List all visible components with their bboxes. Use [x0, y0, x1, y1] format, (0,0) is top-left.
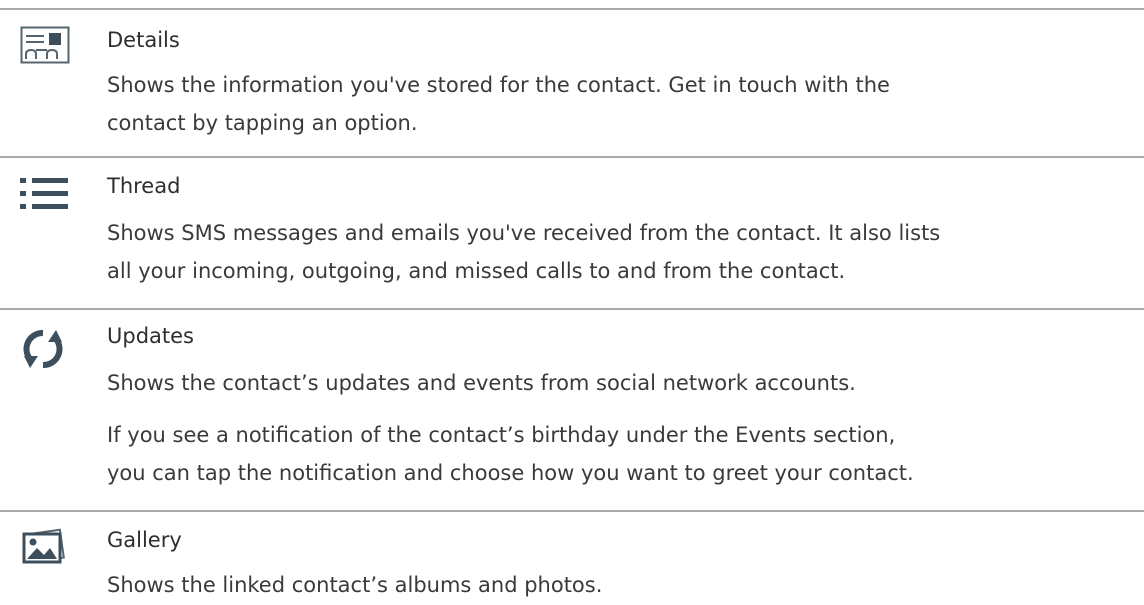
gallery-section: Gallery Shows the linked contact’s album… [0, 510, 1144, 605]
details-description: Shows the information you've stored for … [107, 66, 1137, 142]
contact-tabs-document: Details Shows the information you've sto… [0, 0, 1144, 605]
text-line: Shows the contact’s updates and events f… [107, 371, 856, 395]
text-line: Shows the information you've stored for … [107, 73, 890, 97]
details-title: Details [107, 28, 180, 52]
text-line: you can tap the notification and choose … [107, 461, 914, 485]
text-line: If you see a notification of the contact… [107, 423, 896, 447]
contact-card-icon [20, 26, 70, 68]
gallery-title: Gallery [107, 528, 182, 552]
text-line: contact by tapping an option. [107, 111, 418, 135]
updates-description: Shows the contact’s updates and events f… [107, 364, 1137, 492]
thread-description: Shows SMS messages and emails you've rec… [107, 214, 1137, 290]
gallery-description: Shows the linked contact’s albums and ph… [107, 566, 1137, 604]
text-line: Shows the linked contact’s albums and ph… [107, 573, 603, 597]
gallery-icon [22, 526, 66, 570]
text-line: all your incoming, outgoing, and missed … [107, 259, 846, 283]
details-section: Details Shows the information you've sto… [0, 8, 1144, 156]
text-line: Shows SMS messages and emails you've rec… [107, 221, 941, 245]
updates-title: Updates [107, 324, 194, 348]
list-icon [20, 176, 68, 216]
thread-title: Thread [107, 174, 181, 198]
refresh-icon [22, 328, 64, 374]
thread-section: Thread Shows SMS messages and emails you… [0, 156, 1144, 308]
updates-section: Updates Shows the contact’s updates and … [0, 308, 1144, 510]
